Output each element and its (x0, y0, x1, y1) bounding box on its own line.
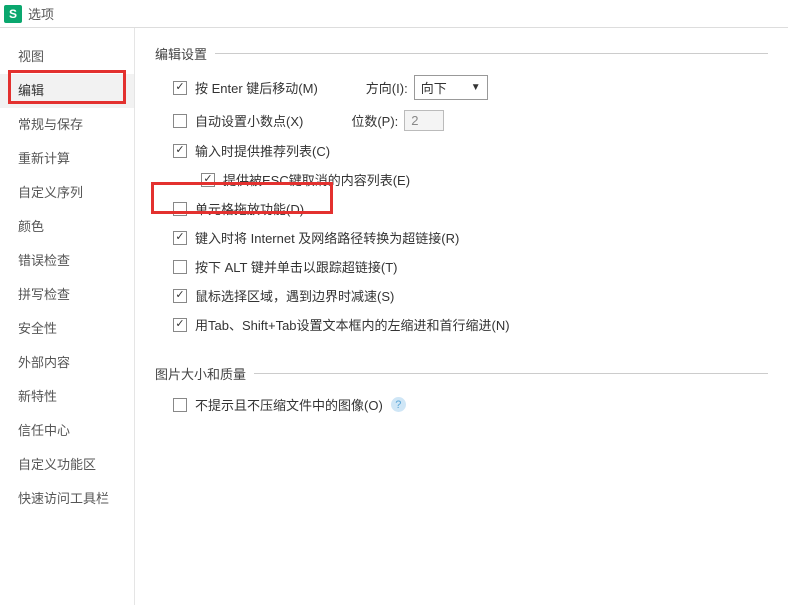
places-input: 2 (404, 110, 444, 131)
label-no-compress: 不提示且不压缩文件中的图像(O) (195, 395, 383, 414)
sidebar-item-custom-ribbon[interactable]: 自定义功能区 (0, 448, 134, 482)
checkbox-tab-indent[interactable] (173, 318, 187, 332)
label-alt-click: 按下 ALT 键并单击以跟踪超链接(T) (195, 257, 397, 276)
label-suggest-list: 输入时提供推荐列表(C) (195, 141, 330, 160)
sidebar-item-edit[interactable]: 编辑 (0, 74, 134, 108)
label-esc-list: 提供被ESC键取消的内容列表(E) (223, 170, 410, 189)
label-url-link: 键入时将 Internet 及网络路径转换为超链接(R) (195, 228, 459, 247)
checkbox-enter-move[interactable] (173, 81, 187, 95)
checkbox-esc-list[interactable] (201, 173, 215, 187)
sidebar-item-view[interactable]: 视图 (0, 40, 134, 74)
sidebar-item-quick-toolbar[interactable]: 快速访问工具栏 (0, 482, 134, 516)
sidebar-item-color[interactable]: 颜色 (0, 210, 134, 244)
help-icon[interactable]: ? (391, 397, 406, 412)
sidebar-item-external[interactable]: 外部内容 (0, 346, 134, 380)
label-drag-drop: 单元格拖放功能(D) (195, 199, 304, 218)
label-enter-move: 按 Enter 键后移动(M) (195, 78, 318, 97)
direction-select[interactable]: 向下 ▼ (414, 75, 488, 100)
label-auto-decimal: 自动设置小数点(X) (195, 111, 303, 130)
sidebar-item-security[interactable]: 安全性 (0, 312, 134, 346)
label-direction: 方向(I): (366, 78, 408, 97)
edit-settings-section: 编辑设置 按 Enter 键后移动(M) 方向(I): 向下 ▼ 自动设置小数点… (155, 44, 768, 344)
titlebar: S 选项 (0, 0, 788, 28)
image-size-section: 图片大小和质量 不提示且不压缩文件中的图像(O) ? (155, 364, 768, 424)
sidebar-item-trust[interactable]: 信任中心 (0, 414, 134, 448)
checkbox-alt-click[interactable] (173, 260, 187, 274)
main-panel: 编辑设置 按 Enter 键后移动(M) 方向(I): 向下 ▼ 自动设置小数点… (135, 28, 788, 605)
sidebar-item-recalc[interactable]: 重新计算 (0, 142, 134, 176)
label-places: 位数(P): (351, 111, 398, 130)
sidebar-item-error-check[interactable]: 错误检查 (0, 244, 134, 278)
checkbox-drag-drop[interactable] (173, 202, 187, 216)
label-tab-indent: 用Tab、Shift+Tab设置文本框内的左缩进和首行缩进(N) (195, 315, 510, 334)
chevron-down-icon: ▼ (471, 82, 481, 93)
sidebar-item-spell-check[interactable]: 拼写检查 (0, 278, 134, 312)
checkbox-url-link[interactable] (173, 231, 187, 245)
sidebar-item-general-save[interactable]: 常规与保存 (0, 108, 134, 142)
checkbox-no-compress[interactable] (173, 398, 187, 412)
direction-value: 向下 (421, 78, 447, 97)
label-mouse-select: 鼠标选择区域，遇到边界时减速(S) (195, 286, 394, 305)
sidebar: 视图 编辑 常规与保存 重新计算 自定义序列 颜色 错误检查 拼写检查 安全性 … (0, 28, 135, 605)
window-title: 选项 (28, 4, 54, 23)
edit-settings-legend: 编辑设置 (155, 44, 215, 63)
sidebar-item-custom-seq[interactable]: 自定义序列 (0, 176, 134, 210)
checkbox-auto-decimal[interactable] (173, 114, 187, 128)
app-icon: S (4, 5, 22, 23)
sidebar-item-new-feature[interactable]: 新特性 (0, 380, 134, 414)
checkbox-suggest-list[interactable] (173, 144, 187, 158)
checkbox-mouse-select[interactable] (173, 289, 187, 303)
image-size-legend: 图片大小和质量 (155, 364, 254, 383)
